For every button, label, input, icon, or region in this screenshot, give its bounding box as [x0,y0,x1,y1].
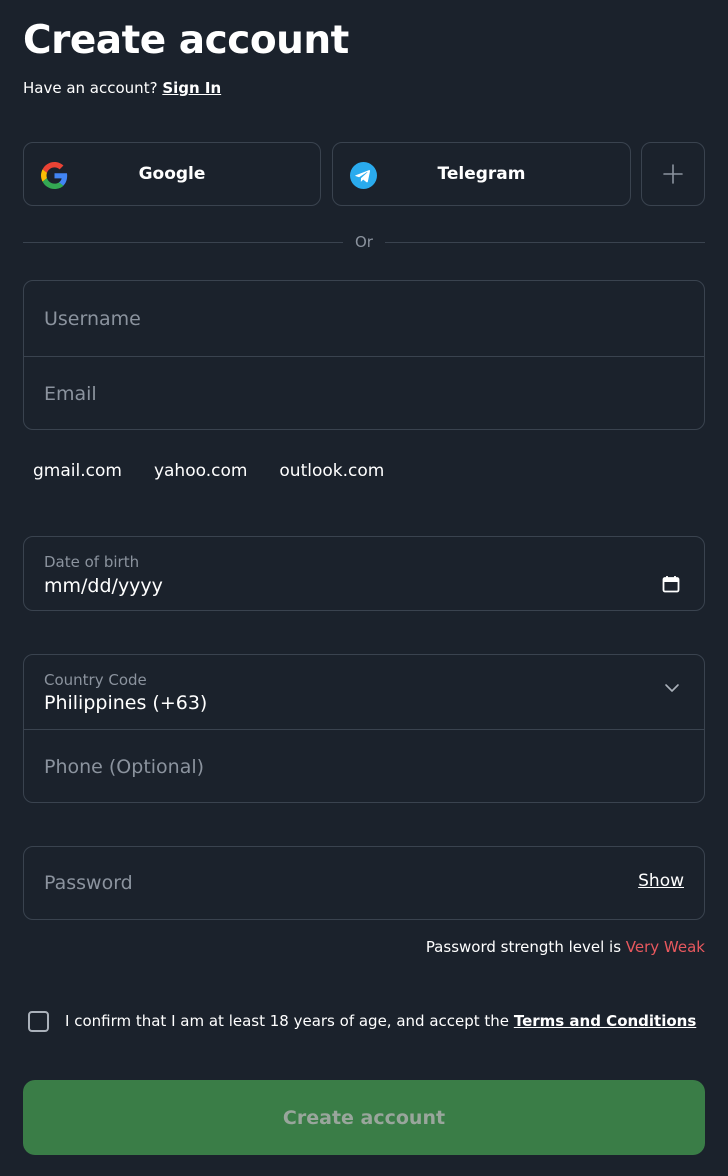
have-account-text: Have an account? [23,79,158,97]
terms-text: I confirm that I am at least 18 years of… [65,1012,696,1030]
google-button[interactable]: Google [23,142,321,206]
telegram-icon [350,162,377,189]
telegram-button[interactable]: Telegram [332,142,631,206]
password-field-wrapper: Show [23,846,705,920]
phone-input[interactable] [24,730,704,802]
dob-label: Date of birth [44,553,140,571]
show-password-toggle[interactable]: Show [638,871,684,891]
domain-chip-gmail[interactable]: gmail.com [33,461,122,481]
more-options-button[interactable] [641,142,705,206]
password-field: Show [24,847,704,919]
google-icon [41,162,68,189]
telegram-button-label: Telegram [437,164,526,184]
phone-fields-group: Country Code Philippines (+63) [23,654,705,803]
calendar-icon[interactable] [662,575,680,593]
password-strength-prefix: Password strength level is [425,938,622,956]
chevron-down-icon [665,684,679,692]
divider-text: Or [355,233,373,251]
domain-chip-outlook[interactable]: outlook.com [279,461,384,481]
google-button-label: Google [138,164,206,184]
email-domain-suggestions: gmail.com yahoo.com outlook.com [33,461,384,481]
email-field-wrapper [24,356,704,429]
plus-icon [663,164,683,184]
domain-chip-yahoo[interactable]: yahoo.com [154,461,247,481]
divider-line-right [385,242,705,243]
phone-field-wrapper [24,729,704,802]
country-code-value: Philippines (+63) [44,692,208,714]
sign-in-link[interactable]: Sign In [162,79,221,97]
dob-value: mm/dd/yyyy [44,575,163,597]
dob-field[interactable]: Date of birth mm/dd/yyyy [23,536,705,611]
country-code-label: Country Code [44,671,147,689]
terms-confirm-text: I confirm that I am at least 18 years of… [65,1012,510,1030]
create-account-button[interactable]: Create account [23,1080,705,1155]
username-input[interactable] [24,281,704,356]
country-code-select[interactable]: Country Code Philippines (+63) [24,655,704,729]
password-input[interactable] [24,847,704,919]
age-terms-checkbox[interactable] [28,1011,49,1032]
password-strength-level: Very Weak [625,938,705,956]
email-input[interactable] [24,357,704,429]
account-fields-group [23,280,705,430]
page-title: Create account [23,18,349,63]
username-field-wrapper [24,281,704,356]
have-account-row: Have an account? Sign In [23,79,221,97]
divider-line-left [23,242,343,243]
password-strength: Password strength level is Very Weak [426,938,705,956]
terms-link[interactable]: Terms and Conditions [514,1012,696,1030]
